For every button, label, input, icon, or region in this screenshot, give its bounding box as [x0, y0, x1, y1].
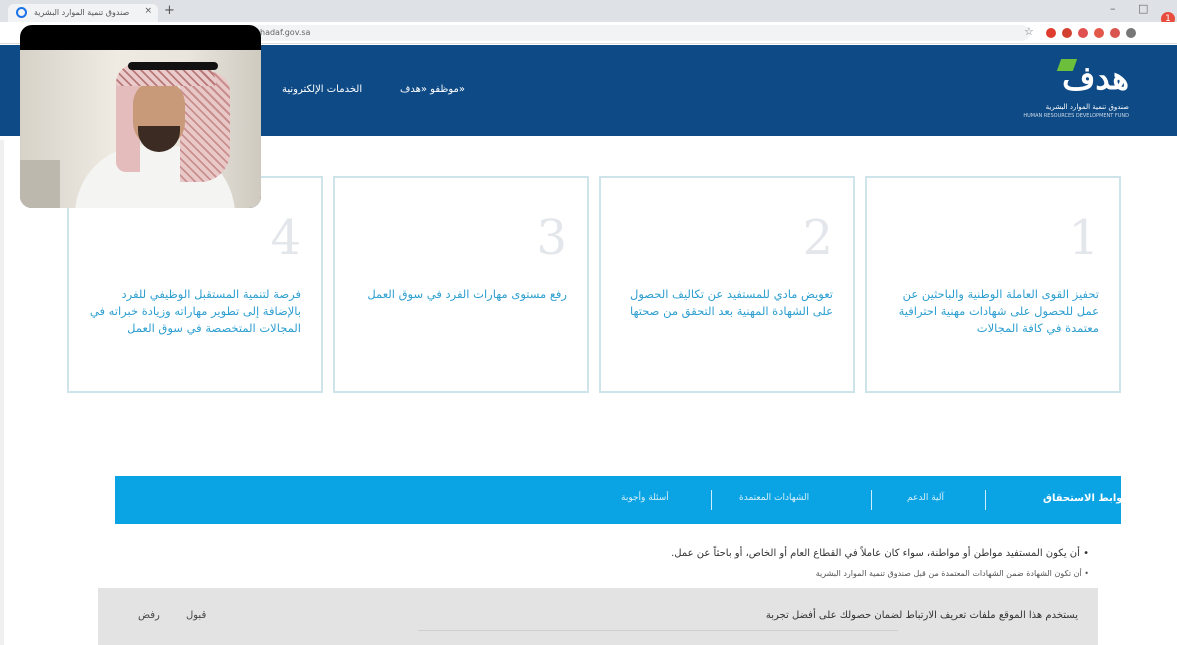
card-text: رفع مستوى مهارات الفرد في سوق العمل: [367, 287, 567, 301]
benefit-card-4: 4 فرصة لتنمية المستقبل الوظيفي للفرد بال…: [67, 176, 323, 393]
card-text: تحفيز القوى العاملة الوطنية والباحثين عن…: [898, 287, 1099, 335]
minimize-button[interactable]: –: [1110, 2, 1116, 15]
extension-icon[interactable]: [1094, 28, 1104, 38]
tab-divider: [711, 490, 712, 510]
background-shelf: [20, 160, 60, 208]
extension-icon[interactable]: [1078, 28, 1088, 38]
hadaf-logo[interactable]: هدف صندوق تنمية الموارد البشرية HUMAN RE…: [1023, 57, 1135, 119]
divider: [418, 630, 898, 631]
browser-tabbar: صندوق تنمية الموارد البشرية × + – □ 1: [0, 0, 1177, 26]
eligibility-bullet-2: • أن تكون الشهادة ضمن الشهادات المعتمدة …: [815, 569, 1089, 578]
cookie-message: يستخدم هذا الموقع ملفات تعريف الارتباط ل…: [765, 610, 1078, 621]
logo-mark: هدف: [1062, 59, 1129, 97]
tab-divider: [871, 490, 872, 510]
tab-favicon-icon: [16, 7, 27, 18]
benefit-card-2: 2 تعويض مادي للمستفيد عن تكاليف الحصول ع…: [599, 176, 855, 393]
webcam-video: [20, 50, 261, 208]
presenter-agal: [128, 62, 218, 70]
presenter-shemagh: [180, 72, 230, 182]
card-number: 2: [802, 210, 833, 266]
cookie-banner: يستخدم هذا الموقع ملفات تعريف الارتباط ل…: [98, 588, 1098, 645]
tab-eligibility[interactable]: ضوابط الاستحقاق: [1043, 493, 1132, 504]
card-number: 4: [270, 210, 301, 266]
cookie-accept-button[interactable]: قبول: [186, 610, 206, 621]
bookmark-star-icon[interactable]: ☆: [1024, 25, 1034, 38]
eligibility-bullet-1: • أن يكون المستفيد مواطن أو مواطنة، سواء…: [671, 548, 1089, 559]
new-tab-button[interactable]: +: [164, 3, 175, 18]
browser-tab[interactable]: صندوق تنمية الموارد البشرية ×: [8, 4, 158, 22]
extension-icon[interactable]: [1046, 28, 1056, 38]
tab-divider: [985, 490, 986, 510]
extension-icon[interactable]: [1126, 28, 1136, 38]
benefit-card-1: 1 تحفيز القوى العاملة الوطنية والباحثين …: [865, 176, 1121, 393]
tab-support-mechanism[interactable]: آلية الدعم: [907, 493, 944, 503]
tab-certificates[interactable]: الشهادات المعتمدة: [739, 493, 809, 503]
logo-subtitle: صندوق تنمية الموارد البشرية: [1045, 103, 1129, 111]
tab-close-icon[interactable]: ×: [144, 6, 152, 16]
divider: [0, 140, 4, 645]
eligibility-tabs: ضوابط الاستحقاق آلية الدعم الشهادات المع…: [115, 476, 1132, 524]
benefit-card-3: 3 رفع مستوى مهارات الفرد في سوق العمل: [333, 176, 589, 393]
nav-hadaf-employees[interactable]: موظفو «هدف»: [400, 84, 465, 95]
tab-faq[interactable]: أسئلة وأجوبة: [621, 493, 669, 503]
card-text: فرصة لتنمية المستقبل الوظيفي للفرد بالإض…: [89, 287, 301, 335]
cookie-reject-button[interactable]: رفض: [138, 610, 160, 621]
card-number: 1: [1068, 210, 1099, 266]
extension-icon[interactable]: [1110, 28, 1120, 38]
tab-title: صندوق تنمية الموارد البشرية: [34, 8, 130, 17]
webcam-overlay: [20, 25, 261, 208]
maximize-button[interactable]: □: [1138, 2, 1148, 15]
logo-subtitle-en: HUMAN RESOURCES DEVELOPMENT FUND: [1023, 113, 1129, 119]
card-number: 3: [536, 210, 567, 266]
card-text: تعويض مادي للمستفيد عن تكاليف الحصول على…: [629, 287, 833, 318]
extension-icon[interactable]: [1062, 28, 1072, 38]
nav-e-services[interactable]: الخدمات الإلكترونية: [282, 84, 362, 95]
